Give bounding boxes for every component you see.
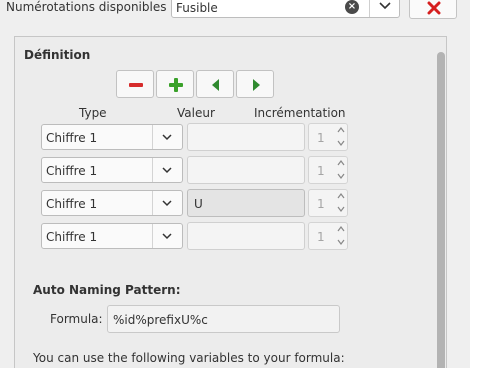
chevron-down-icon[interactable] [336, 237, 346, 247]
chevron-down-icon[interactable] [336, 171, 346, 181]
row-increment-value: 1 [317, 230, 325, 244]
chevron-down-icon[interactable] [336, 138, 346, 148]
row-type-select[interactable]: Chiffre 1 [41, 157, 183, 183]
move-left-button[interactable] [196, 70, 234, 98]
move-right-button[interactable] [236, 70, 274, 98]
row-value-input[interactable] [187, 222, 305, 250]
numbering-label: Numérotations disponibles : [6, 0, 175, 14]
chevron-down-icon [162, 233, 172, 240]
row-value-input[interactable]: U [187, 189, 305, 217]
select-separator [152, 224, 153, 248]
row-value-input[interactable] [187, 123, 305, 151]
arrow-right-icon [253, 79, 260, 91]
numbering-select-value: Fusible [176, 1, 218, 15]
chevron-down-icon [162, 134, 172, 141]
row-increment-spinbox[interactable]: 1 [308, 156, 348, 184]
chevron-up-icon[interactable] [336, 158, 346, 168]
row-type-value: Chiffre 1 [46, 131, 98, 145]
select-separator [152, 158, 153, 182]
column-header-value: Valeur [177, 106, 215, 120]
chevron-up-icon[interactable] [336, 224, 346, 234]
row-increment-spinbox[interactable]: 1 [308, 189, 348, 217]
row-increment-value: 1 [317, 131, 325, 145]
row-type-value: Chiffre 1 [46, 230, 98, 244]
row-type-select[interactable]: Chiffre 1 [41, 190, 183, 216]
red-x-icon [427, 1, 441, 15]
remove-row-button[interactable] [116, 70, 154, 98]
row-value-text: U [194, 197, 203, 211]
row-increment-value: 1 [317, 164, 325, 178]
formula-label: Formula: [50, 312, 103, 326]
scrollbar[interactable] [437, 52, 445, 368]
column-header-type: Type [79, 106, 107, 120]
formula-value: %id%prefixU%c [113, 313, 208, 327]
auto-naming-title: Auto Naming Pattern: [33, 283, 181, 297]
select-separator [152, 191, 153, 215]
clear-icon[interactable]: × [345, 0, 359, 14]
row-increment-spinbox[interactable]: 1 [308, 222, 348, 250]
window-edge [470, 0, 480, 368]
chevron-down-icon[interactable] [336, 204, 346, 214]
row-increment-spinbox[interactable]: 1 [308, 123, 348, 151]
chevron-up-icon[interactable] [336, 125, 346, 135]
row-type-select[interactable]: Chiffre 1 [41, 124, 183, 150]
combo-separator [369, 0, 370, 17]
chevron-down-icon[interactable] [377, 0, 393, 13]
numbering-select[interactable]: Fusible × [171, 0, 400, 18]
row-value-input[interactable] [187, 156, 305, 184]
minus-icon [129, 83, 143, 87]
chevron-down-icon [162, 167, 172, 174]
row-type-select[interactable]: Chiffre 1 [41, 223, 183, 249]
add-row-button[interactable] [156, 70, 194, 98]
arrow-left-icon [212, 79, 219, 91]
row-increment-value: 1 [317, 197, 325, 211]
formula-help-text: You can use the following variables to y… [33, 351, 345, 365]
chevron-up-icon[interactable] [336, 191, 346, 201]
definition-title: Définition [24, 48, 91, 62]
plus-icon [169, 78, 183, 92]
row-type-value: Chiffre 1 [46, 197, 98, 211]
row-type-value: Chiffre 1 [46, 164, 98, 178]
formula-input[interactable]: %id%prefixU%c [107, 305, 340, 333]
chevron-down-icon [162, 200, 172, 207]
select-separator [152, 125, 153, 149]
column-header-increment: Incrémentation [254, 106, 346, 120]
delete-numbering-button[interactable] [409, 0, 457, 19]
